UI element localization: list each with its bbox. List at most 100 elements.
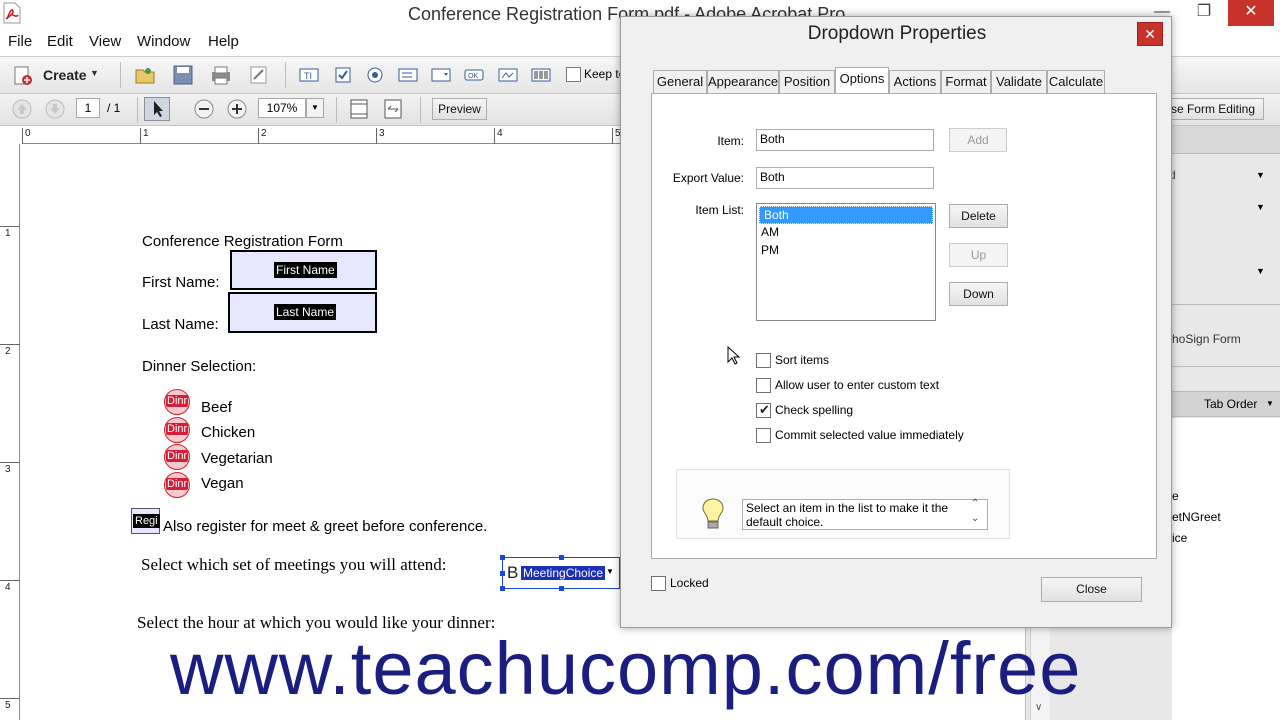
ruler-tick: [140, 128, 141, 144]
print-icon[interactable]: [210, 64, 232, 86]
tab-options[interactable]: Options: [835, 67, 889, 95]
tab-calculate[interactable]: Calculate: [1047, 70, 1105, 94]
page-number-input[interactable]: 1: [76, 98, 100, 118]
chevron-down-icon[interactable]: ▼: [1256, 266, 1265, 276]
meeting-choice-dropdown-field[interactable]: B MeetingChoice ▼: [500, 555, 620, 591]
resize-handle[interactable]: [500, 571, 505, 576]
dinner-radio-beef[interactable]: Dinr: [164, 389, 190, 415]
resize-handle[interactable]: [500, 555, 505, 560]
field-tag: Regi: [133, 514, 160, 528]
dinner-radio-vegan[interactable]: Dinr: [164, 472, 190, 498]
ruler-tick: [0, 580, 20, 581]
zoom-dropdown[interactable]: ▼: [306, 98, 324, 118]
list-item[interactable]: Both: [759, 206, 933, 224]
item-list[interactable]: Both AM PM: [756, 203, 936, 321]
ruler-tick: [22, 128, 23, 144]
maximize-button[interactable]: ❐: [1182, 0, 1226, 26]
tab-validate[interactable]: Validate: [991, 70, 1047, 94]
locked-option[interactable]: Locked: [651, 576, 709, 594]
hint-box: Select an item in the list to make it th…: [676, 469, 1010, 539]
tab-position[interactable]: Position: [779, 70, 835, 94]
echosign-form-link[interactable]: hoSign Form: [1172, 332, 1241, 346]
preview-button[interactable]: Preview: [432, 98, 487, 120]
hint-scroll-down-icon[interactable]: ⌄: [971, 513, 979, 524]
zoom-level-input[interactable]: 107%: [258, 98, 306, 118]
dinner-option-label: Vegetarian: [201, 450, 273, 467]
field-tag: Last Name: [274, 304, 337, 320]
item-list-label: Item List:: [695, 203, 744, 217]
locked-checkbox[interactable]: [651, 576, 666, 592]
save-icon[interactable]: [172, 64, 194, 86]
tab-appearance[interactable]: Appearance: [707, 70, 779, 94]
field-tag: Dinr: [166, 450, 189, 462]
hint-text: Select an item in the list to make it th…: [742, 499, 988, 530]
sort-items-checkbox[interactable]: [756, 353, 771, 369]
list-item[interactable]: AM: [757, 224, 935, 242]
open-folder-icon[interactable]: [134, 64, 156, 86]
first-name-field[interactable]: First Name: [230, 250, 377, 290]
resize-handle[interactable]: [500, 586, 505, 591]
field-list-item[interactable]: ice: [1172, 531, 1187, 545]
list-box-icon[interactable]: [397, 64, 419, 86]
menu-view[interactable]: View: [89, 33, 121, 50]
fit-page-icon[interactable]: [348, 98, 370, 120]
chevron-down-icon[interactable]: ▼: [1256, 202, 1265, 212]
export-value-input[interactable]: Both: [756, 167, 934, 189]
commit-immediately-option[interactable]: Commit selected value immediately: [756, 428, 964, 446]
delete-button[interactable]: Delete: [949, 204, 1008, 228]
menu-edit[interactable]: Edit: [47, 33, 73, 50]
window-close-button[interactable]: ✕: [1228, 0, 1274, 26]
menu-file[interactable]: File: [8, 33, 32, 50]
menu-help[interactable]: Help: [208, 33, 239, 50]
checkbox-tool-icon[interactable]: [332, 64, 354, 86]
dinner-radio-chicken[interactable]: Dinr: [164, 417, 190, 443]
hint-scroll-up-icon[interactable]: ⌃: [971, 498, 979, 509]
field-list-item[interactable]: e: [1172, 489, 1179, 503]
tab-format[interactable]: Format: [941, 70, 991, 94]
sort-items-option[interactable]: Sort items: [756, 353, 829, 371]
close-button[interactable]: Close: [1041, 577, 1142, 602]
button-tool-icon[interactable]: OK: [463, 64, 485, 86]
up-button[interactable]: Up: [949, 243, 1008, 267]
sort-items-label: Sort items: [775, 353, 830, 367]
previous-page-icon[interactable]: [11, 98, 33, 120]
close-form-editing-button[interactable]: se Form Editing: [1160, 98, 1264, 120]
chevron-down-icon[interactable]: ▼: [1256, 170, 1265, 180]
options-panel: Item: Both Add Export Value: Both Item L…: [651, 93, 1157, 559]
check-spelling-option[interactable]: ✔ Check spelling: [756, 402, 853, 421]
text-field-icon[interactable]: TI: [298, 64, 320, 86]
add-button[interactable]: Add: [949, 128, 1007, 152]
vertical-ruler: 1 2 3 4 5: [0, 144, 20, 720]
barcode-icon[interactable]: [530, 64, 552, 86]
item-input[interactable]: Both: [756, 129, 934, 151]
field-list-item[interactable]: etNGreet: [1172, 510, 1221, 524]
tab-general[interactable]: General: [653, 70, 707, 94]
dropdown-tool-icon[interactable]: [430, 64, 452, 86]
sign-icon[interactable]: [248, 64, 270, 86]
down-button[interactable]: Down: [949, 282, 1008, 306]
custom-text-option[interactable]: Allow user to enter custom text: [756, 378, 939, 396]
dialog-close-x-button[interactable]: ✕: [1137, 22, 1163, 46]
resize-handle[interactable]: [559, 555, 564, 560]
tab-order-button[interactable]: Tab Order ▼: [1172, 391, 1280, 417]
meet-greet-checkbox[interactable]: Regi: [131, 508, 160, 534]
digital-signature-icon[interactable]: [497, 64, 519, 86]
commit-immediately-checkbox[interactable]: [756, 428, 771, 444]
radio-tool-icon[interactable]: [364, 64, 386, 86]
zoom-out-icon[interactable]: [193, 98, 215, 120]
next-page-icon[interactable]: [44, 98, 66, 120]
fit-width-icon[interactable]: [382, 98, 404, 120]
select-tool-button[interactable]: [144, 97, 170, 121]
dinner-radio-vegetarian[interactable]: Dinr: [164, 444, 190, 470]
create-button[interactable]: Create ▼: [8, 63, 104, 89]
custom-text-checkbox[interactable]: [756, 378, 771, 394]
watermark-text: www.teachucomp.com/free: [170, 627, 1082, 710]
resize-handle[interactable]: [559, 586, 564, 591]
tab-actions[interactable]: Actions: [889, 70, 941, 94]
menu-window[interactable]: Window: [137, 33, 190, 50]
last-name-field[interactable]: Last Name: [228, 292, 377, 333]
list-item[interactable]: PM: [757, 242, 935, 260]
zoom-in-icon[interactable]: [226, 98, 248, 120]
keep-tool-checkbox[interactable]: [566, 67, 581, 82]
check-spelling-checkbox[interactable]: ✔: [756, 402, 771, 419]
